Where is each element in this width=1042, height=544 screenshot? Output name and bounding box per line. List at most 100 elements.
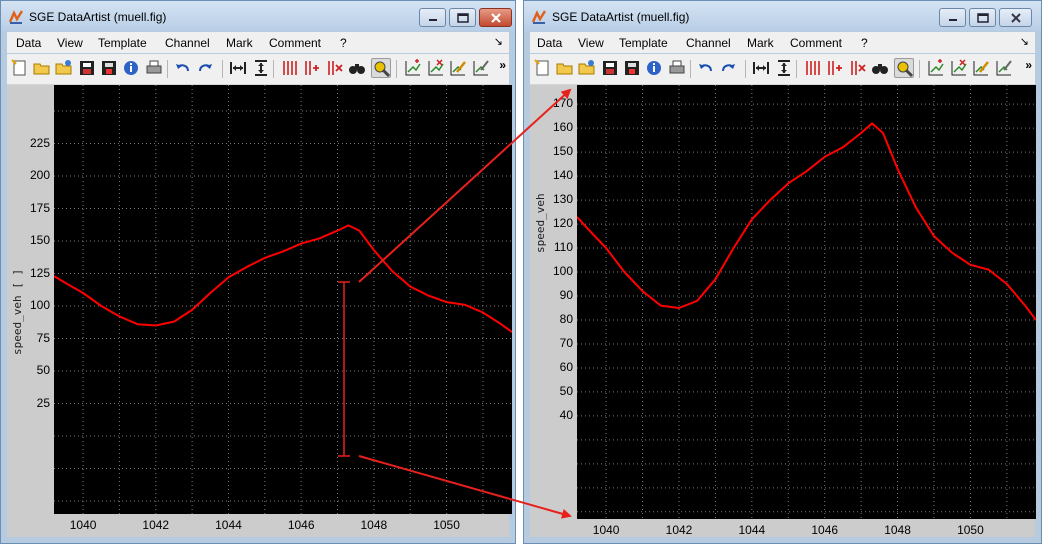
binoculars-tool-button[interactable] — [347, 58, 367, 78]
zoom-tool-tool-button[interactable] — [894, 58, 914, 78]
print-tool-button[interactable] — [667, 58, 687, 78]
remove-channel-tool-button[interactable] — [848, 58, 868, 78]
channels-tool-button[interactable] — [280, 58, 300, 78]
info-tool-button[interactable] — [644, 58, 664, 78]
save-grid-tool-button[interactable] — [77, 58, 97, 78]
close-button[interactable] — [999, 8, 1032, 27]
add-channel-tool-button[interactable] — [302, 58, 322, 78]
edit-mark-tool-button[interactable] — [971, 58, 991, 78]
print-icon — [669, 60, 685, 74]
maximize-button[interactable] — [969, 8, 996, 27]
title-bar[interactable]: SGE DataArtist (muell.fig) — [1, 1, 515, 31]
binoculars-tool-button[interactable] — [870, 58, 890, 78]
dataartist-window-left[interactable]: SGE DataArtist (muell.fig) Data View Tem… — [0, 0, 516, 544]
open-folder-alt-tool-button[interactable] — [577, 58, 597, 78]
minimize-button[interactable] — [939, 8, 966, 27]
new-doc-icon — [534, 59, 549, 76]
menu-overflow-icon[interactable]: ↘ — [1020, 35, 1029, 48]
delete-mark-tool-button[interactable] — [949, 58, 969, 78]
toolbar-separator — [919, 60, 920, 78]
add-channel-tool-button[interactable] — [825, 58, 845, 78]
menu-template[interactable]: Template — [619, 36, 668, 50]
x-tick-label: 1040 — [69, 518, 97, 532]
remove-channel-tool-button[interactable] — [325, 58, 345, 78]
new-doc-tool-button[interactable] — [10, 58, 30, 78]
undo-tool-button[interactable] — [696, 58, 716, 78]
menu-help[interactable]: ? — [340, 36, 347, 50]
mark-settings-icon — [996, 60, 1012, 76]
delete-mark-icon — [951, 59, 967, 76]
menu-comment[interactable]: Comment — [269, 36, 321, 50]
new-doc-tool-button[interactable] — [533, 58, 553, 78]
mark-settings-tool-button[interactable] — [994, 58, 1014, 78]
y-tick-label: 25 — [36, 395, 50, 410]
fit-y-tool-button[interactable] — [251, 58, 271, 78]
toolbar-separator — [690, 60, 691, 78]
redo-tool-button[interactable] — [195, 58, 215, 78]
menu-comment[interactable]: Comment — [790, 36, 842, 50]
redo-tool-button[interactable] — [718, 58, 738, 78]
fit-y-tool-button[interactable] — [774, 58, 794, 78]
plot-axes[interactable] — [53, 85, 513, 514]
maximize-button[interactable] — [449, 8, 476, 27]
menu-channel[interactable]: Channel — [686, 36, 731, 50]
menu-channel[interactable]: Channel — [165, 36, 210, 50]
add-mark-tool-button[interactable] — [403, 58, 423, 78]
zoom-tool-icon — [374, 61, 391, 78]
menu-template[interactable]: Template — [98, 36, 147, 50]
menu-view[interactable]: View — [578, 36, 604, 50]
delete-mark-tool-button[interactable] — [426, 58, 446, 78]
app-icon — [9, 10, 23, 24]
print-tool-button[interactable] — [144, 58, 164, 78]
y-tick-label: 70 — [559, 335, 573, 350]
fit-x-tool-button[interactable] — [228, 58, 248, 78]
y-tick-label: 80 — [559, 311, 573, 326]
title-bar[interactable]: SGE DataArtist (muell.fig) — [524, 1, 1041, 31]
menu-overflow-icon[interactable]: ↘ — [494, 35, 503, 48]
zoom-tool-tool-button[interactable] — [371, 58, 391, 78]
mark-settings-tool-button[interactable] — [471, 58, 491, 78]
open-folder-tool-button[interactable] — [32, 58, 52, 78]
edit-mark-icon — [973, 61, 989, 76]
open-folder-tool-button[interactable] — [555, 58, 575, 78]
menu-data[interactable]: Data — [537, 36, 562, 50]
undo-icon — [176, 64, 189, 72]
toolbar-overflow-button[interactable]: » — [1025, 58, 1032, 72]
minimize-icon — [948, 18, 957, 21]
info-icon — [124, 61, 138, 75]
menu-help[interactable]: ? — [861, 36, 868, 50]
y-tick-label: 160 — [552, 120, 573, 135]
line-chart — [53, 85, 513, 514]
binoculars-icon — [349, 64, 365, 74]
toolbar-overflow-button[interactable]: » — [499, 58, 506, 72]
undo-tool-button[interactable] — [173, 58, 193, 78]
open-folder-icon — [556, 63, 573, 75]
toolbar-separator — [396, 60, 397, 78]
y-tick-label: 40 — [559, 407, 573, 422]
open-folder-alt-tool-button[interactable] — [54, 58, 74, 78]
edit-mark-tool-button[interactable] — [448, 58, 468, 78]
dataartist-window-right[interactable]: SGE DataArtist (muell.fig) Data View Tem… — [523, 0, 1042, 544]
add-mark-icon — [405, 59, 421, 76]
minimize-button[interactable] — [419, 8, 446, 27]
x-tick-label: 1048 — [360, 518, 388, 532]
delete-mark-icon — [428, 59, 444, 76]
menu-mark[interactable]: Mark — [226, 36, 253, 50]
menu-bar: Data View Template Channel Mark Comment … — [7, 32, 509, 53]
menu-view[interactable]: View — [57, 36, 83, 50]
save-grid-icon — [80, 61, 94, 75]
channels-icon — [806, 61, 820, 75]
save-disk-tool-button[interactable] — [99, 58, 119, 78]
channels-tool-button[interactable] — [803, 58, 823, 78]
close-button[interactable] — [479, 8, 512, 27]
plot-axes[interactable] — [576, 85, 1037, 519]
menu-data[interactable]: Data — [16, 36, 41, 50]
window-title: SGE DataArtist (muell.fig) — [552, 10, 690, 24]
info-tool-button[interactable] — [121, 58, 141, 78]
save-disk-tool-button[interactable] — [622, 58, 642, 78]
menu-mark[interactable]: Mark — [747, 36, 774, 50]
add-mark-tool-button[interactable] — [926, 58, 946, 78]
save-grid-tool-button[interactable] — [600, 58, 620, 78]
fit-x-tool-button[interactable] — [751, 58, 771, 78]
zoom-tool-icon — [897, 61, 914, 78]
